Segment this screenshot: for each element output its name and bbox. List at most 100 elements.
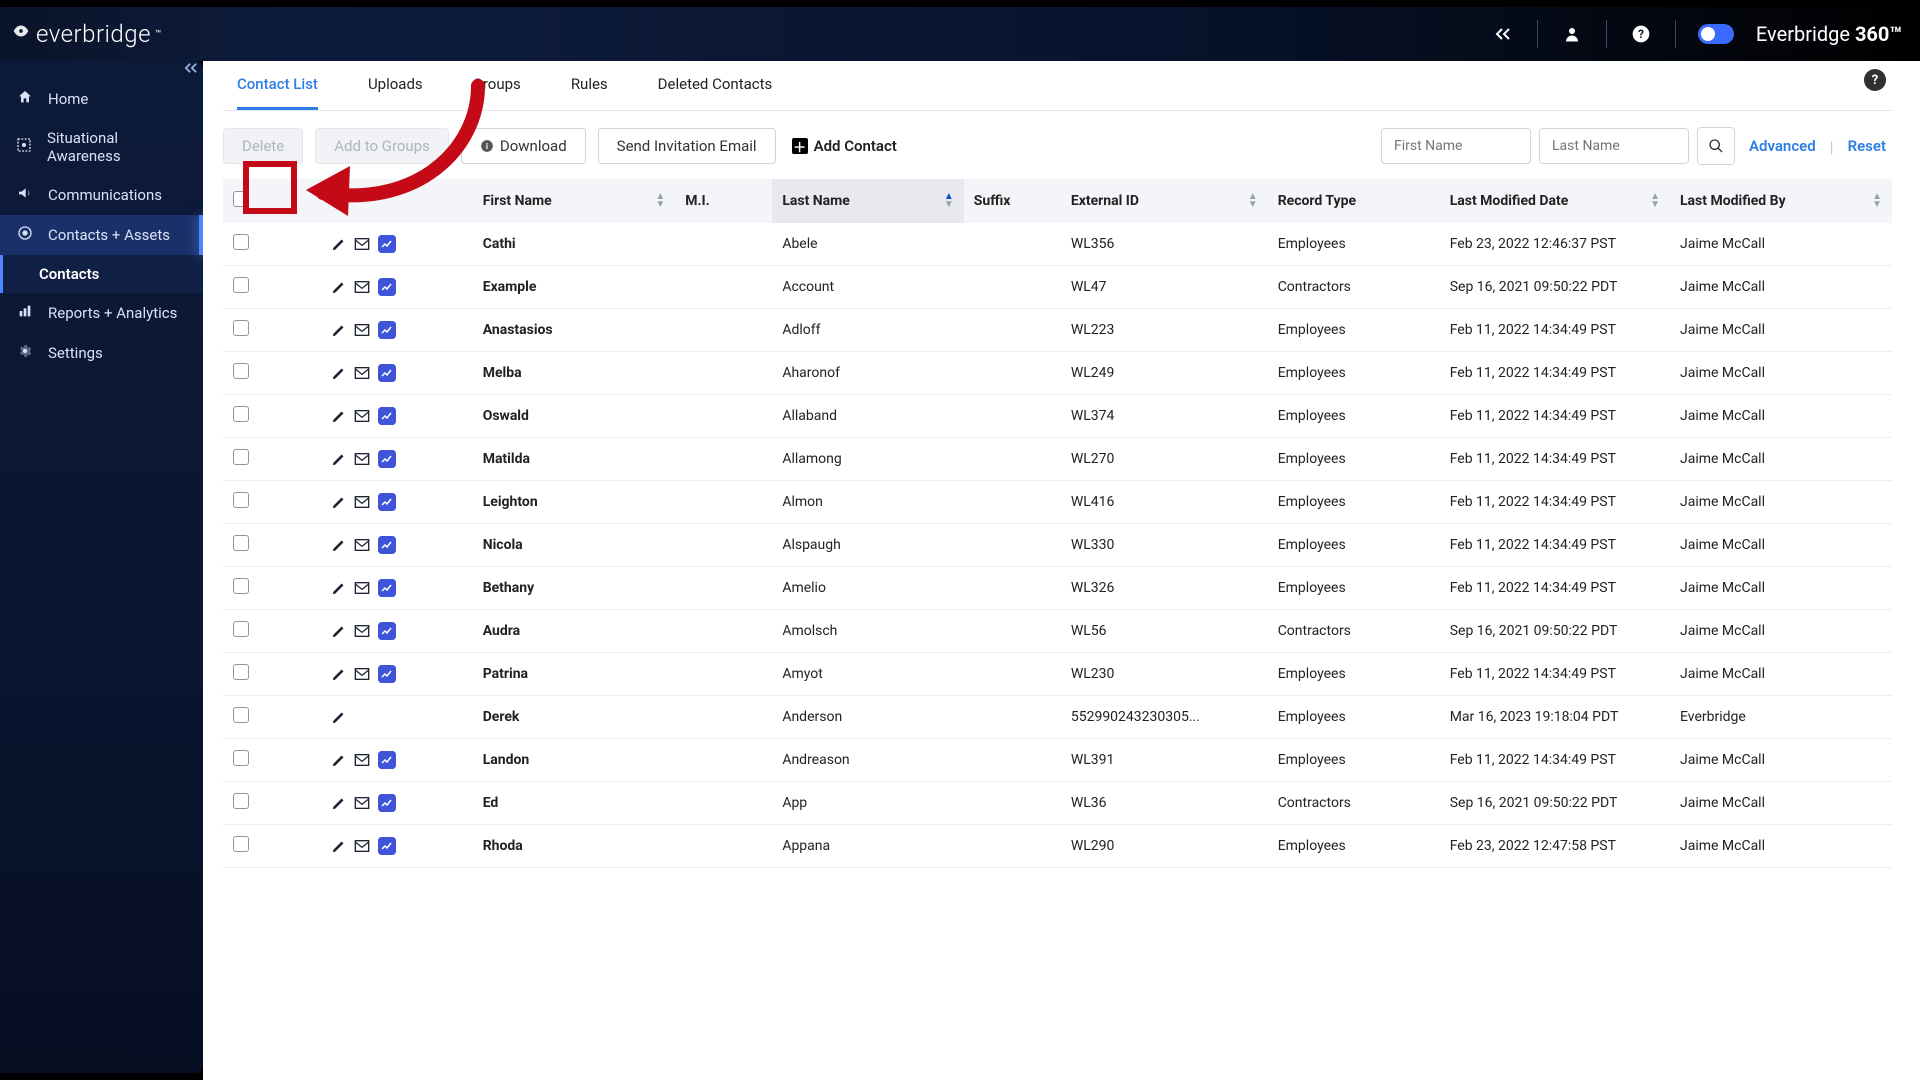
col-mi[interactable]: M.I. (675, 179, 772, 223)
col-last-name[interactable]: Last Name▲▼ (772, 179, 963, 223)
sidebar-collapse[interactable] (178, 55, 204, 81)
contact-badge-icon[interactable] (378, 794, 396, 812)
tab-contact-list[interactable]: Contact List (237, 75, 318, 110)
cell-first-name[interactable]: Derek (473, 696, 676, 739)
cell-first-name[interactable]: Melba (473, 352, 676, 395)
contact-badge-icon[interactable] (378, 536, 396, 554)
row-checkbox[interactable] (233, 664, 249, 680)
row-checkbox[interactable] (233, 750, 249, 766)
contact-badge-icon[interactable] (378, 493, 396, 511)
row-checkbox[interactable] (233, 621, 249, 637)
mail-icon[interactable] (354, 322, 370, 338)
row-checkbox[interactable] (233, 578, 249, 594)
row-checkbox[interactable] (233, 406, 249, 422)
sidebar-item-communications[interactable]: Communications (0, 175, 203, 215)
col-suffix[interactable]: Suffix (964, 179, 1061, 223)
reset-link[interactable]: Reset (1842, 137, 1892, 155)
mail-icon[interactable] (354, 623, 370, 639)
tab-rules[interactable]: Rules (571, 75, 608, 110)
mail-icon[interactable] (354, 752, 370, 768)
contact-badge-icon[interactable] (378, 278, 396, 296)
add-to-groups-button[interactable]: Add to Groups (315, 128, 449, 164)
col-first-name[interactable]: First Name▲▼ (473, 179, 676, 223)
edit-icon[interactable] (330, 580, 346, 596)
help-icon[interactable]: ? (1629, 22, 1653, 46)
cell-first-name[interactable]: Anastasios (473, 309, 676, 352)
col-record-type[interactable]: Record Type (1268, 179, 1440, 223)
last-name-input[interactable] (1539, 128, 1689, 164)
edit-icon[interactable] (330, 236, 346, 252)
tab-deleted-contacts[interactable]: Deleted Contacts (658, 75, 773, 110)
edit-icon[interactable] (330, 795, 346, 811)
cell-first-name[interactable]: Audra (473, 610, 676, 653)
user-icon[interactable] (1560, 22, 1584, 46)
sidebar-item-reports-analytics[interactable]: Reports + Analytics (0, 293, 203, 333)
cell-first-name[interactable]: Bethany (473, 567, 676, 610)
cell-first-name[interactable]: Landon (473, 739, 676, 782)
cell-first-name[interactable]: Rhoda (473, 825, 676, 868)
mail-icon[interactable] (354, 408, 370, 424)
cell-first-name[interactable]: Cathi (473, 223, 676, 266)
row-checkbox[interactable] (233, 492, 249, 508)
contact-badge-icon[interactable] (378, 579, 396, 597)
mail-icon[interactable] (354, 494, 370, 510)
edit-icon[interactable] (330, 279, 346, 295)
add-contact-button[interactable]: ＋ Add Contact (788, 129, 915, 163)
edit-icon[interactable] (330, 537, 346, 553)
col-modified-by[interactable]: Last Modified By▲▼ (1670, 179, 1892, 223)
mail-icon[interactable] (354, 580, 370, 596)
contact-badge-icon[interactable] (378, 321, 396, 339)
search-button[interactable] (1697, 127, 1735, 165)
row-checkbox[interactable] (233, 793, 249, 809)
mail-icon[interactable] (354, 279, 370, 295)
contact-badge-icon[interactable] (378, 622, 396, 640)
row-checkbox[interactable] (233, 449, 249, 465)
delete-button[interactable]: Delete (223, 128, 303, 164)
edit-icon[interactable] (330, 451, 346, 467)
contact-badge-icon[interactable] (378, 364, 396, 382)
sidebar-item-situational-awareness[interactable]: Situational Awareness (0, 119, 203, 175)
row-checkbox[interactable] (233, 836, 249, 852)
sidebar-item-settings[interactable]: Settings (0, 333, 203, 373)
cell-first-name[interactable]: Ed (473, 782, 676, 825)
cell-first-name[interactable]: Matilda (473, 438, 676, 481)
contact-badge-icon[interactable] (378, 450, 396, 468)
mail-icon[interactable] (354, 236, 370, 252)
logo[interactable]: everbridge ™ (10, 20, 161, 48)
tab-groups[interactable]: Groups (473, 75, 521, 110)
mail-icon[interactable] (354, 451, 370, 467)
contact-badge-icon[interactable] (378, 235, 396, 253)
toggle-360[interactable] (1698, 24, 1734, 44)
sidebar-sub-contacts[interactable]: Contacts (0, 255, 203, 293)
col-modified-date[interactable]: Last Modified Date▲▼ (1440, 179, 1670, 223)
mail-icon[interactable] (354, 795, 370, 811)
tab-uploads[interactable]: Uploads (368, 75, 423, 110)
cell-first-name[interactable]: Example (473, 266, 676, 309)
edit-icon[interactable] (330, 494, 346, 510)
row-checkbox[interactable] (233, 234, 249, 250)
edit-icon[interactable] (330, 838, 346, 854)
edit-icon[interactable] (330, 408, 346, 424)
edit-icon[interactable] (330, 752, 346, 768)
cell-first-name[interactable]: Oswald (473, 395, 676, 438)
mail-icon[interactable] (354, 365, 370, 381)
advanced-link[interactable]: Advanced (1743, 137, 1822, 155)
contact-badge-icon[interactable] (378, 407, 396, 425)
contact-badge-icon[interactable] (378, 751, 396, 769)
cell-first-name[interactable]: Patrina (473, 653, 676, 696)
row-checkbox[interactable] (233, 277, 249, 293)
row-checkbox[interactable] (233, 320, 249, 336)
download-button[interactable]: i Download (461, 128, 586, 164)
sidebar-item-home[interactable]: Home (0, 79, 203, 119)
edit-icon[interactable] (330, 709, 346, 725)
col-external-id[interactable]: External ID▲▼ (1061, 179, 1268, 223)
send-invitation-button[interactable]: Send Invitation Email (598, 128, 776, 164)
select-all-checkbox[interactable] (233, 191, 249, 207)
mail-icon[interactable] (354, 537, 370, 553)
collapse-icon[interactable] (1491, 22, 1515, 46)
cell-first-name[interactable]: Leighton (473, 481, 676, 524)
cell-first-name[interactable]: Nicola (473, 524, 676, 567)
mail-icon[interactable] (354, 838, 370, 854)
first-name-input[interactable] (1381, 128, 1531, 164)
mail-icon[interactable] (354, 666, 370, 682)
